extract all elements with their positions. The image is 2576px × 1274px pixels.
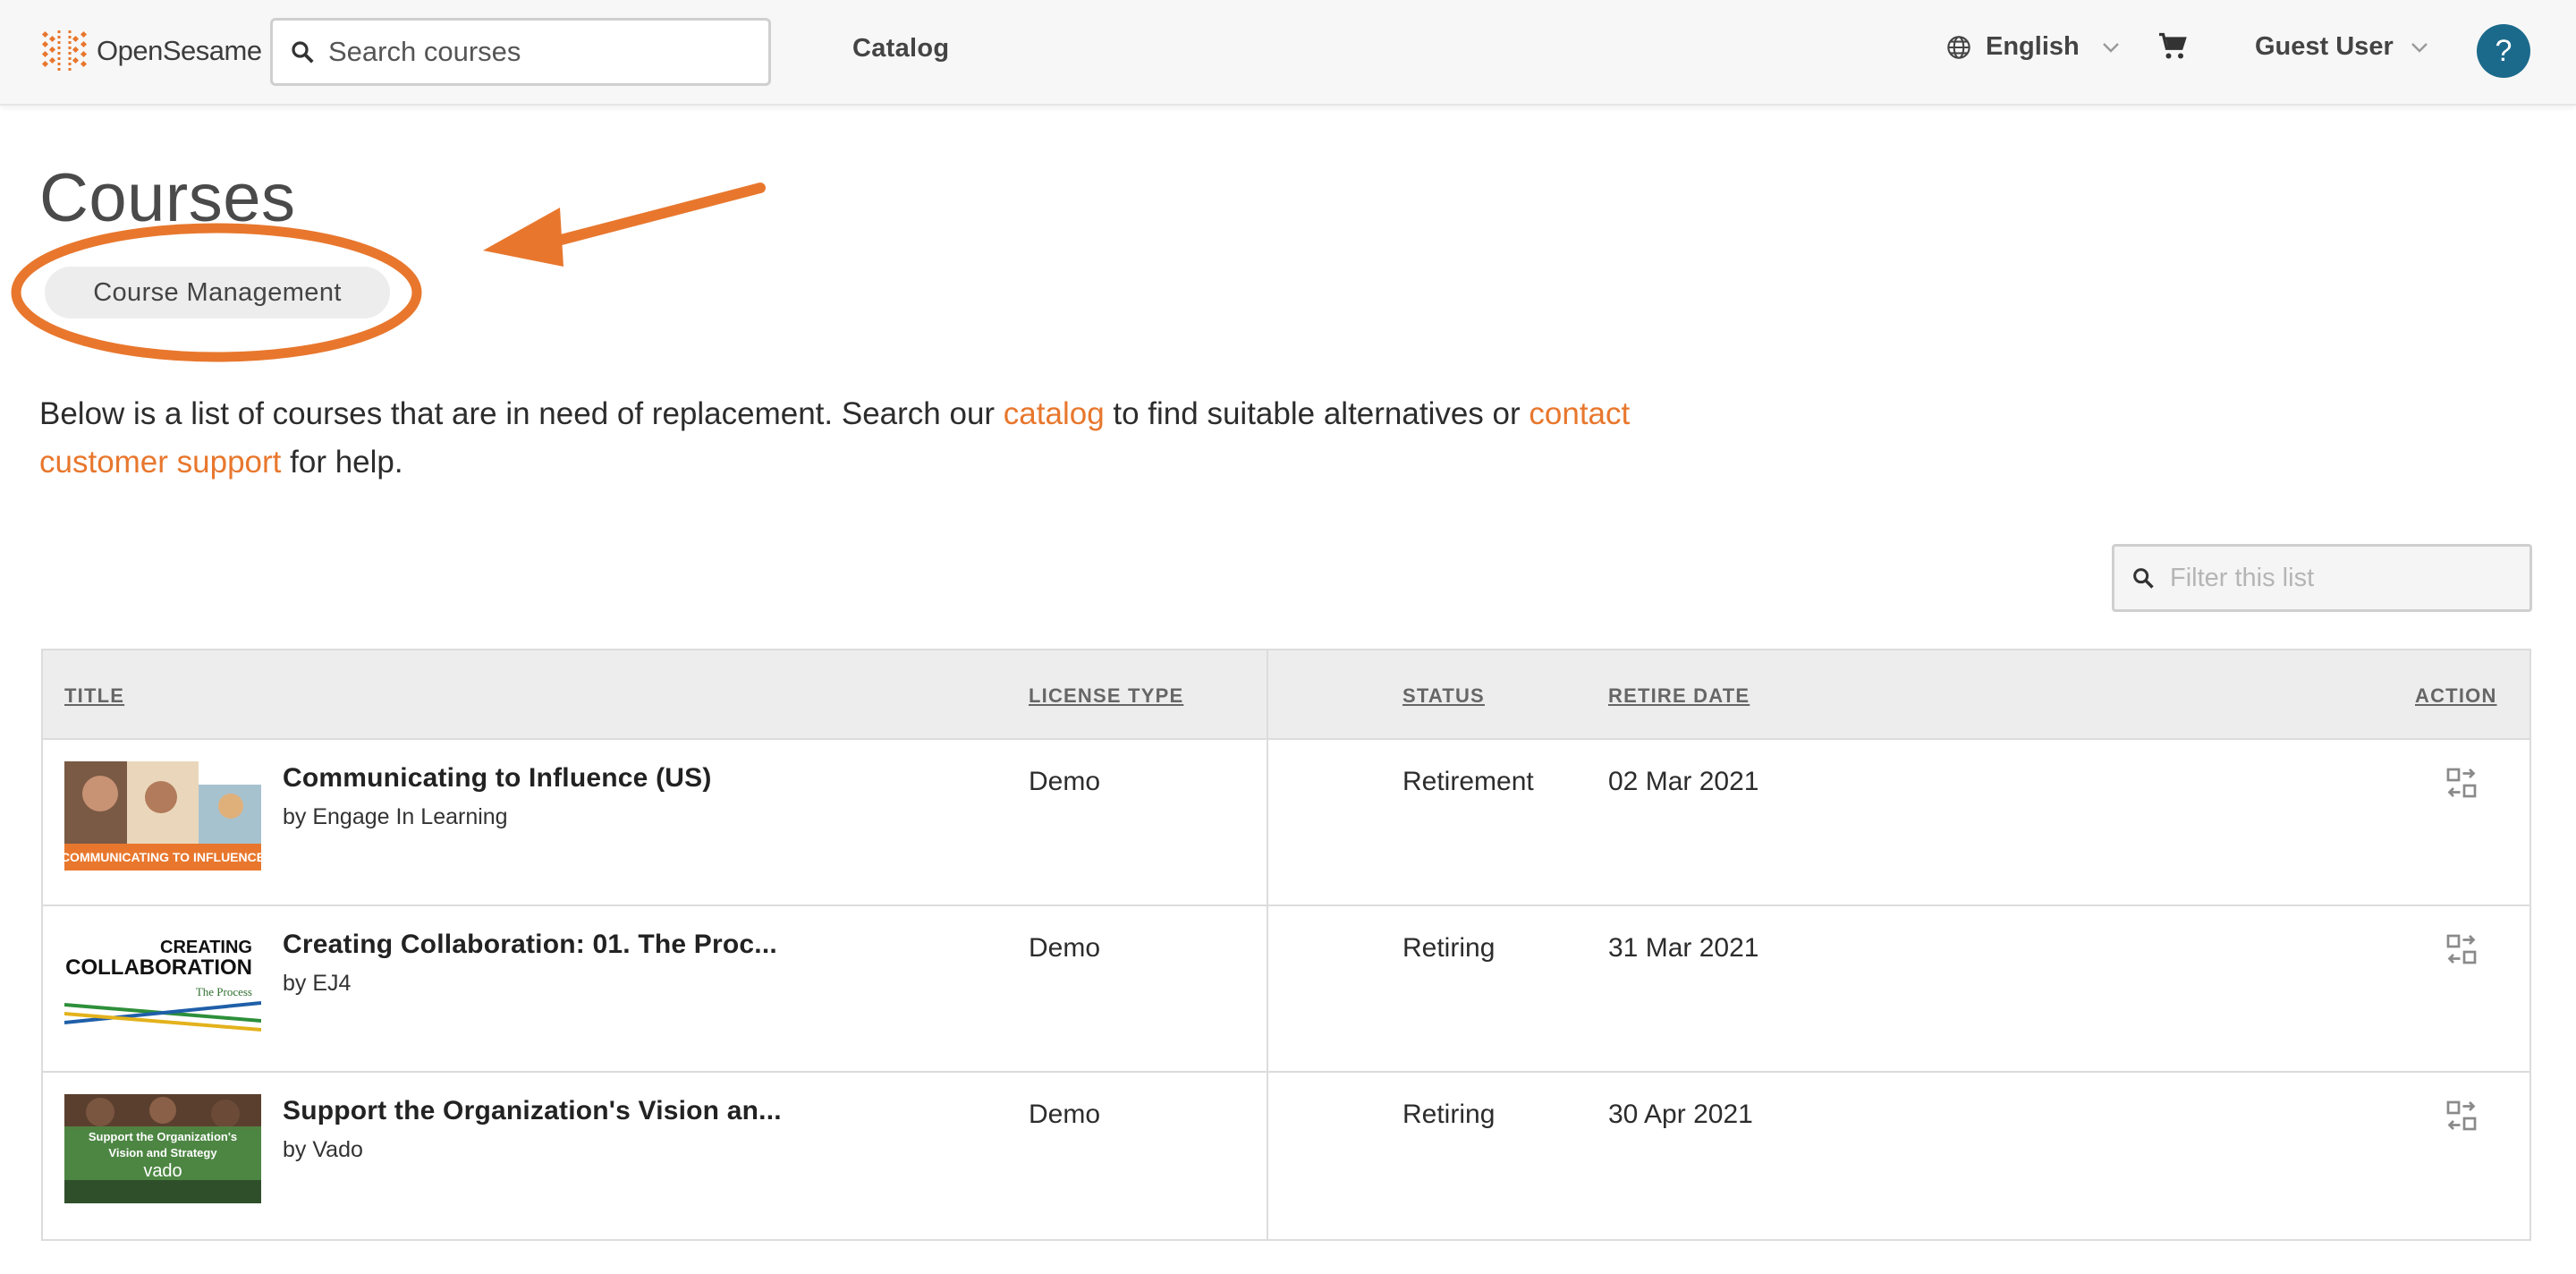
table-row: COMMUNICATING TO INFLUENCE Communicating… [43, 740, 2529, 906]
annotation-arrow-shaft [542, 183, 766, 249]
thumbnail-caption: The Process [196, 985, 252, 998]
courses-table: TITLE LICENSE TYPE STATUS RETIRE DATE AC… [41, 649, 2531, 1241]
course-title[interactable]: Communicating to Influence (US) [283, 763, 712, 794]
user-name: Guest User [2255, 32, 2394, 61]
search-icon [2133, 568, 2154, 589]
license-type: Demo [1029, 1100, 1101, 1129]
language-label: English [1986, 32, 2080, 61]
language-selector[interactable]: English [1946, 32, 2121, 62]
shopping-cart-icon[interactable] [2156, 30, 2190, 63]
course-author: by Vado [283, 1137, 363, 1162]
top-navigation-bar: OpenSesame Catalog English Guest User ? [0, 0, 2576, 106]
thumbnail-caption: vado [143, 1161, 182, 1181]
user-menu[interactable]: Guest User [2255, 32, 2429, 62]
thumbnail-caption: Support the Organization's [89, 1130, 237, 1143]
nav-catalog-link[interactable]: Catalog [852, 34, 949, 64]
status: Retiring [1402, 933, 1496, 963]
retire-date: 30 Apr 2021 [1608, 1100, 1753, 1129]
column-header-license-type[interactable]: LICENSE TYPE [1029, 684, 1183, 708]
course-thumbnail[interactable]: COMMUNICATING TO INFLUENCE [64, 761, 261, 871]
column-header-action[interactable]: ACTION [2415, 684, 2497, 708]
annotation-arrow-head [483, 208, 564, 267]
license-type: Demo [1029, 933, 1101, 963]
replace-course-icon[interactable] [2445, 1100, 2478, 1132]
status: Retirement [1402, 767, 1534, 796]
intro-paragraph: Below is a list of courses that are in n… [39, 396, 1631, 480]
page-title: Courses [39, 160, 296, 236]
filter-input[interactable] [2170, 563, 2528, 593]
table-header: TITLE LICENSE TYPE STATUS RETIRE DATE AC… [43, 650, 2529, 740]
table-row: CREATING COLLABORATION The Process Creat… [43, 906, 2529, 1073]
globe-icon [1947, 35, 1970, 59]
chevron-down-icon [2411, 42, 2428, 53]
opensesame-logo[interactable]: OpenSesame [39, 27, 262, 75]
course-author: by EJ4 [283, 971, 352, 996]
replace-course-icon[interactable] [2445, 933, 2478, 965]
thumbnail-caption: COLLABORATION [65, 956, 252, 980]
retire-date: 31 Mar 2021 [1608, 933, 1759, 963]
opensesame-logo-icon [41, 30, 88, 72]
course-search-box[interactable] [270, 18, 771, 86]
license-type: Demo [1029, 767, 1101, 796]
catalog-link[interactable]: catalog [1004, 396, 1105, 431]
column-divider [1267, 650, 1268, 738]
course-thumbnail[interactable]: CREATING COLLABORATION The Process [64, 928, 261, 1037]
thumbnail-caption: CREATING [160, 938, 252, 957]
course-title[interactable]: Support the Organization's Vision an... [283, 1096, 782, 1126]
column-divider [1267, 906, 1268, 1071]
course-thumbnail[interactable]: Support the Organization's Vision and St… [64, 1094, 261, 1203]
chevron-down-icon [2102, 42, 2119, 53]
course-author: by Engage In Learning [283, 804, 508, 829]
column-divider [1267, 740, 1268, 905]
thumbnail-caption: Vision and Strategy [108, 1146, 217, 1159]
column-divider [1267, 1073, 1268, 1239]
column-header-title[interactable]: TITLE [64, 684, 124, 708]
table-row: Support the Organization's Vision and St… [43, 1073, 2529, 1239]
column-header-retire-date[interactable]: RETIRE DATE [1608, 684, 1750, 708]
search-input[interactable] [328, 36, 758, 68]
course-management-pill[interactable]: Course Management [45, 267, 390, 318]
column-header-status[interactable]: STATUS [1402, 684, 1485, 708]
replace-course-icon[interactable] [2445, 767, 2478, 799]
status: Retiring [1402, 1100, 1496, 1129]
search-icon [292, 41, 314, 64]
course-title[interactable]: Creating Collaboration: 01. The Proc... [283, 930, 777, 960]
opensesame-wordmark: OpenSesame [97, 35, 262, 66]
filter-list-box[interactable] [2112, 544, 2532, 612]
thumbnail-caption: COMMUNICATING TO INFLUENCE [64, 850, 261, 864]
retire-date: 02 Mar 2021 [1608, 767, 1759, 796]
help-button[interactable]: ? [2477, 24, 2530, 78]
